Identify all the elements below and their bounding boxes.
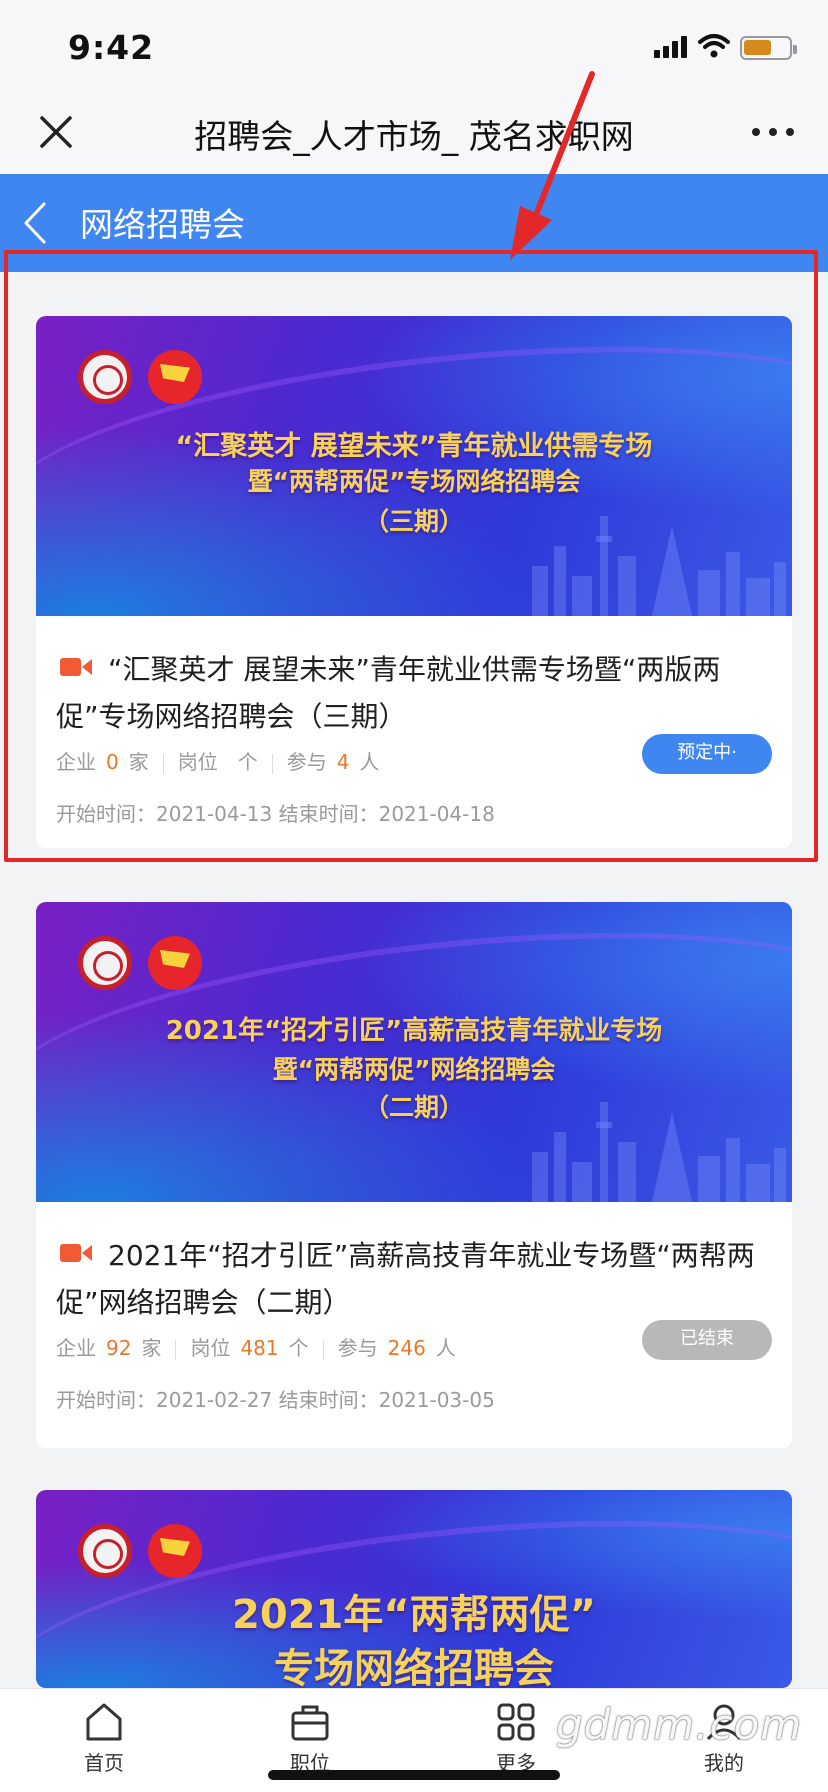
briefcase-icon (291, 1705, 329, 1741)
job-fair-card[interactable]: 2021年“招才引匠”高薪高技青年就业专场 暨“两帮两促”网络招聘会 （二期） … (36, 902, 792, 1448)
clock-time: 9:42 (68, 28, 155, 67)
page-title: 招聘会_人才市场_ 茂名求职网 (194, 117, 634, 156)
youth-league-logo (78, 936, 132, 990)
job-fair-title[interactable]: 2021年“招才引匠”高薪高技青年就业专场暨“两帮两促”网络招聘会（二期） (56, 1232, 776, 1326)
job-fair-card[interactable]: “汇聚英才 展望未来”青年就业供需专场 暨“两帮两促”专场网络招聘会 （三期） … (36, 316, 792, 848)
banner-subline: 暨“两帮两促”网络招聘会 (272, 1055, 556, 1084)
close-icon[interactable] (34, 110, 78, 154)
job-fair-title[interactable]: “汇聚英才 展望未来”青年就业供需专场暨“两版两促”专场网络招聘会（三期） (56, 646, 776, 740)
banner-headline: 2021年“两帮两促” (232, 1592, 596, 1638)
home-indicator[interactable] (268, 1770, 560, 1780)
banner-subline: 专场网络招聘会 (274, 1646, 554, 1688)
company-unit: 家 (141, 1336, 162, 1360)
join-unit: 人 (359, 750, 380, 774)
company-unit: 家 (128, 750, 149, 774)
job-fair-banner[interactable]: 2021年“招才引匠”高薪高技青年就业专场 暨“两帮两促”网络招聘会 （二期） (36, 902, 792, 1202)
battery-icon (740, 36, 797, 60)
start-date: 2021-04-13 (156, 802, 273, 826)
site-watermark: gdmm.com (556, 1700, 803, 1749)
join-label: 参与 (286, 750, 327, 774)
section-title: 网络招聘会 (80, 205, 245, 244)
cellular-signal-icon (654, 36, 690, 58)
league-emblem-logo (148, 1524, 202, 1578)
banner-issue: （二期） (363, 1093, 464, 1122)
job-unit: 个 (237, 750, 258, 774)
job-fair-banner[interactable]: 2021年“两帮两促” 专场网络招聘会 (36, 1490, 792, 1688)
status-ended-button[interactable]: 已结束 (642, 1320, 772, 1360)
back-arrow-icon[interactable] (20, 198, 50, 248)
job-unit: 个 (288, 1336, 309, 1360)
end-label: 结束时间： (278, 802, 379, 826)
fair-dates: 开始时间：2021-02-27 结束时间：2021-03-05 (56, 1384, 495, 1413)
job-label: 岗位 (190, 1336, 231, 1360)
status-bar: 9:42 (0, 0, 828, 96)
company-count: 0 (106, 750, 119, 774)
banner-subline: 暨“两帮两促”专场网络招聘会 (247, 467, 581, 496)
wifi-icon (698, 34, 730, 58)
start-label: 开始时间： (56, 1388, 156, 1412)
end-date: 2021-03-05 (378, 1388, 495, 1412)
grid-icon (497, 1703, 535, 1741)
fair-dates: 开始时间：2021-04-13 结束时间：2021-04-18 (56, 798, 495, 827)
fair-stats: 企业 92 家 岗位 481 个 参与 246 人 (56, 1332, 456, 1361)
start-date: 2021-02-27 (156, 1388, 273, 1412)
banner-issue: （三期） (363, 507, 464, 536)
more-icon[interactable] (748, 112, 798, 152)
join-count: 4 (336, 750, 350, 774)
league-emblem-logo (148, 350, 202, 404)
company-count: 92 (106, 1336, 132, 1360)
league-emblem-logo (148, 936, 202, 990)
banner-headline: “汇聚英才 展望未来”青年就业供需专场 (175, 431, 653, 462)
start-label: 开始时间： (56, 802, 156, 826)
job-fair-banner[interactable]: “汇聚英才 展望未来”青年就业供需专场 暨“两帮两促”专场网络招聘会 （三期） (36, 316, 792, 616)
home-icon (86, 1703, 122, 1741)
status-reserving-button[interactable]: 预定中· (642, 734, 772, 774)
end-label: 结束时间： (278, 1388, 379, 1412)
banner-headline: 2021年“招才引匠”高薪高技青年就业专场 (165, 1016, 663, 1046)
youth-league-logo (78, 350, 132, 404)
join-label: 参与 (337, 1336, 378, 1360)
tab-label: 我的 (704, 1751, 744, 1775)
nav-bar: 招聘会_人才市场_ 茂名求职网 (0, 96, 828, 174)
job-fair-card[interactable]: 2021年“两帮两促” 专场网络招聘会 (36, 1490, 792, 1688)
fair-stats: 企业 0 家 岗位个 参与 4 人 (56, 746, 379, 775)
end-date: 2021-04-18 (378, 802, 495, 826)
job-count: 481 (240, 1336, 279, 1360)
tab-label: 首页 (84, 1751, 124, 1775)
join-unit: 人 (435, 1336, 456, 1360)
section-header: 网络招聘会 (0, 174, 828, 272)
youth-league-logo (78, 1524, 132, 1578)
tab-home[interactable]: 首页 (44, 1701, 164, 1791)
company-label: 企业 (56, 750, 96, 774)
job-label: 岗位 (177, 750, 218, 774)
company-label: 企业 (56, 1336, 96, 1360)
join-count: 246 (387, 1336, 426, 1360)
